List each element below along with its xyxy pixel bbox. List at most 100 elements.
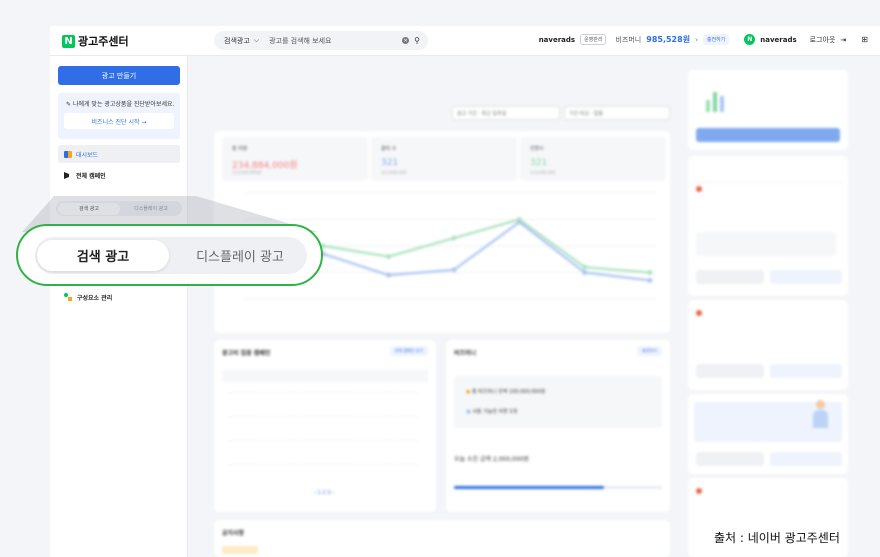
data-point[interactable]: [647, 278, 653, 283]
data-point[interactable]: [516, 217, 522, 222]
view-all-campaigns-button[interactable]: 전체 캠페인 보기: [389, 346, 428, 356]
kpi-value: 321: [530, 158, 548, 168]
promo-cta-button[interactable]: [696, 128, 840, 142]
search-type-select[interactable]: 검색광고 ⌵: [214, 36, 259, 46]
user-name[interactable]: naverads: [760, 36, 796, 44]
tab-display-ad-magnified[interactable]: 디스플레이 광고: [175, 240, 305, 271]
main-content: 광고 기간 · 최근 일주일 기간 비교 · 없음 총 비용 234,884,0…: [190, 56, 680, 557]
lightbulb-icon: ✎: [66, 101, 72, 108]
spend-progress-fill: [454, 486, 604, 489]
dismiss-button[interactable]: [696, 270, 764, 284]
view-detail-button[interactable]: [770, 452, 842, 466]
kpi-label: 클릭 수: [381, 146, 397, 152]
coin-icon: ●: [466, 389, 471, 395]
logout-button[interactable]: 로그아웃: [810, 35, 836, 45]
tab-search-ad-magnified[interactable]: 검색 광고: [37, 240, 169, 271]
data-point[interactable]: [386, 272, 392, 278]
logout-icon[interactable]: ⇥: [840, 36, 846, 44]
notice-badge: [222, 546, 258, 554]
data-point[interactable]: [582, 270, 588, 275]
chart-illustration-icon: [702, 86, 732, 112]
table-row[interactable]: [228, 464, 418, 465]
table-row[interactable]: [228, 440, 418, 441]
grid-menu-icon[interactable]: ⊞: [861, 35, 868, 44]
kpi-label: 총 비용: [232, 146, 248, 152]
bizmoney-balance: 100,000,000원: [508, 389, 546, 395]
table-row[interactable]: [228, 416, 418, 417]
user-avatar[interactable]: N: [744, 34, 756, 45]
data-point[interactable]: [386, 254, 392, 259]
megaphone-icon: [64, 172, 72, 179]
create-ad-button[interactable]: 광고 만들기: [58, 66, 180, 85]
data-point[interactable]: [647, 270, 653, 275]
kpi-card[interactable]: 클릭 수 321 123,000,000: [371, 137, 517, 181]
sidebar-item-label: 전체 캠페인: [76, 173, 106, 180]
bizmoney-balance-label: ● 총 비즈머니 잔액 100,000,000원: [466, 389, 546, 395]
kpi-value: 321: [381, 158, 399, 168]
data-point[interactable]: [451, 235, 457, 241]
alert-icon: [696, 186, 702, 192]
bizmoney-summary: ● 총 비즈머니 잔액 100,000,000원 ▣ 사용 가능한 쿠폰 5개: [454, 376, 662, 428]
search-input[interactable]: 광고를 검색해 보세요: [269, 36, 402, 46]
charge-button[interactable]: 충전하기: [702, 34, 730, 45]
kpi-label: 전환수: [530, 146, 544, 152]
components-icon: [64, 293, 73, 302]
sidebar-item-dashboard[interactable]: 대시보드: [58, 145, 180, 163]
view-detail-button[interactable]: [770, 364, 842, 378]
tab-magnifier: 검색 광고 디스플레이 광고: [16, 224, 323, 286]
alert-icon: [696, 310, 702, 316]
today-spent: 오늘 소진 금액 2,000,000원: [454, 456, 529, 463]
header-right: naverads 운영관리 비즈머니 985,528원 › 충전하기 N nav…: [539, 34, 868, 45]
campaign-type-tabs: 검색 광고 디스플레이 광고: [56, 201, 182, 216]
diagnosis-start-button[interactable]: 비즈니스 진단 시작 →: [64, 113, 174, 129]
table-header: [222, 370, 428, 382]
search-icon[interactable]: ⚲: [414, 36, 420, 45]
logo[interactable]: N 광고주센터: [62, 33, 129, 49]
source-caption: 출처 : 네이버 광고주센터: [714, 531, 840, 545]
alert-icon: [696, 488, 702, 494]
kpi-card[interactable]: 총 비용 234,884,000원 123,000,000원: [222, 137, 368, 181]
card-title: 공지사항: [222, 530, 245, 537]
role-badge: 운영관리: [580, 34, 607, 45]
dashboard-icon: [64, 150, 72, 158]
search-bar[interactable]: 검색광고 ⌵ 광고를 검색해 보세요 ✕ ⚲: [214, 31, 428, 50]
card-title: 비즈머니: [454, 350, 477, 357]
person-illustration-icon: [812, 400, 828, 430]
kpi-sub: 123,000,000: [530, 170, 556, 175]
bizmoney-charge-button[interactable]: 충전하기: [637, 346, 662, 356]
account-name[interactable]: naverads: [539, 36, 575, 44]
data-point[interactable]: [451, 267, 457, 273]
left-sidebar: 광고 만들기 ✎ 나에게 맞는 광고상품을 진단받아보세요. 비즈니스 진단 시…: [50, 56, 188, 557]
bizmoney-label: 비즈머니: [615, 35, 642, 44]
clear-icon[interactable]: ✕: [402, 37, 410, 44]
sidebar-item-all-campaigns[interactable]: 전체 캠페인: [64, 171, 106, 180]
coupon-info[interactable]: ▣ 사용 가능한 쿠폰 5개: [466, 408, 517, 415]
card-title: 광고비 집중 캠페인: [222, 350, 271, 357]
promo-banner[interactable]: [688, 70, 848, 150]
tab-display-ad[interactable]: 디스플레이 광고: [120, 205, 182, 212]
recommendation-card: [688, 300, 848, 390]
table-row[interactable]: [228, 392, 418, 393]
kpi-sub: 123,000,000원: [232, 170, 262, 175]
naver-logo-icon: N: [62, 34, 75, 48]
right-panel: [682, 56, 880, 557]
logo-text: 광고주센터: [78, 35, 129, 48]
period-filter[interactable]: 광고 기간 · 최근 일주일: [452, 106, 560, 120]
diagnosis-box: ✎ 나에게 맞는 광고상품을 진단받아보세요. 비즈니스 진단 시작 →: [58, 93, 180, 139]
dismiss-button[interactable]: [696, 364, 764, 378]
coupon-icon: ▣: [466, 409, 471, 415]
data-point[interactable]: [582, 264, 588, 270]
bizmoney-value[interactable]: 985,528원: [646, 34, 690, 45]
compare-filter[interactable]: 기간 비교 · 없음: [564, 106, 670, 120]
diagnosis-text: ✎ 나에게 맞는 광고상품을 진단받아보세요.: [66, 99, 174, 108]
pagination[interactable]: ‹ 1 2 3 ›: [314, 490, 334, 496]
view-detail-button[interactable]: [770, 270, 842, 284]
kpi-card[interactable]: 전환수 321 123,000,000: [520, 137, 666, 181]
tab-search-ad[interactable]: 검색 광고: [58, 202, 120, 215]
kpi-sub: 123,000,000: [381, 170, 407, 175]
magnified-tabs: 검색 광고 디스플레이 광고: [35, 237, 307, 274]
dismiss-button[interactable]: [696, 452, 764, 466]
search-type-label: 검색광고: [224, 36, 250, 45]
sidebar-item-asset-manage[interactable]: 구성요소 관리: [64, 293, 112, 302]
coupon-count: 5개: [509, 409, 518, 415]
